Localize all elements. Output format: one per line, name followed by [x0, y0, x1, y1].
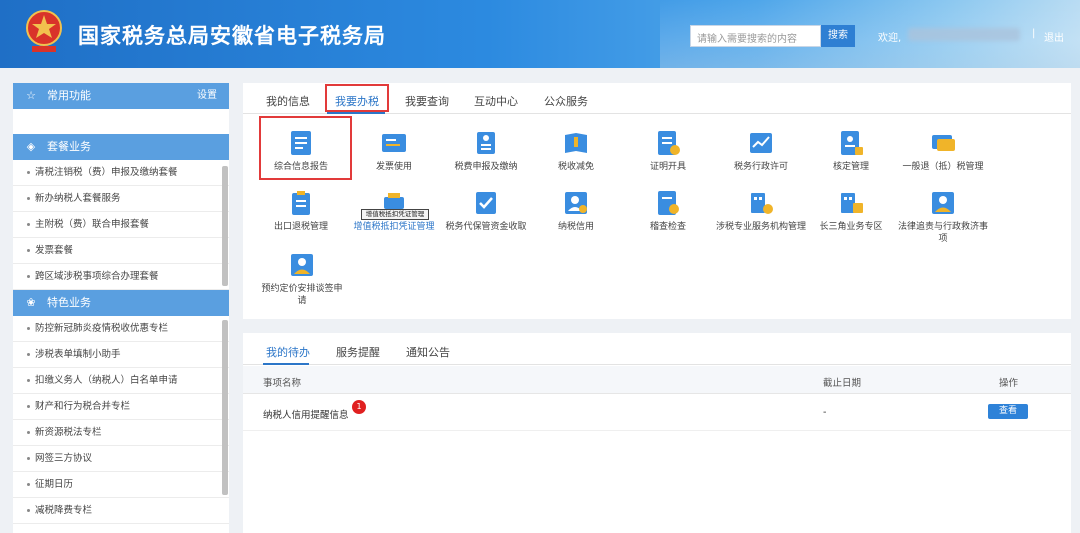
sidebar-special-list: 防控新冠肺炎疫情税收优惠专栏 涉税表单填制小助手 扣缴义务人（纳税人）白名单申请…: [13, 316, 229, 524]
todo-item-deadline: -: [823, 407, 827, 418]
service-yangtze-delta[interactable]: 长三角业务专区: [813, 189, 889, 233]
logout-link[interactable]: 退出: [1044, 29, 1064, 44]
sidebar-package-header[interactable]: ◈ 套餐业务: [13, 134, 229, 160]
header-separator: |: [1032, 28, 1036, 39]
sidebar-item-package[interactable]: 新办纳税人套餐服务: [13, 186, 229, 212]
sidebar-item-package[interactable]: 发票套餐: [13, 238, 229, 264]
service-refund[interactable]: 一般退（抵）税管理: [895, 129, 991, 173]
sidebar-settings-link[interactable]: 设置: [197, 83, 217, 109]
tab-my-info[interactable]: 我的信息: [266, 93, 310, 109]
scrollbar[interactable]: [222, 320, 228, 495]
layers-icon: ◈: [26, 140, 36, 153]
service-fund-custody[interactable]: 税务代保管资金收取: [443, 189, 529, 233]
tab-notice[interactable]: 通知公告: [406, 344, 450, 360]
certificate-icon: [658, 131, 680, 155]
tab-public-service[interactable]: 公众服务: [544, 93, 588, 109]
service-assessment[interactable]: 核定管理: [813, 129, 889, 173]
sidebar-item-special[interactable]: 新资源税法专栏: [13, 420, 229, 446]
column-deadline: 截止日期: [823, 378, 862, 389]
todo-table-header: 事项名称 截止日期 操作: [243, 366, 1071, 394]
user-star-icon: [565, 192, 587, 214]
inspect-icon: [658, 191, 679, 215]
sidebar-package-title: 套餐业务: [47, 140, 91, 153]
sidebar-item-special[interactable]: 涉税表单填制小助手: [13, 342, 229, 368]
sidebar-item-special[interactable]: 网签三方协议: [13, 446, 229, 472]
sidebar-item-package[interactable]: 跨区域涉税事项综合办理套餐: [13, 264, 229, 290]
service-panel: 我的信息 我要办税 我要查询 互动中心 公众服务 综合信息报告 发票使用 税费申…: [243, 83, 1071, 319]
sidebar: ☆ 常用功能 设置 ◈ 套餐业务 清税注销税（费）申报及缴纳套餐 新办纳税人套餐服务…: [13, 83, 229, 533]
site-title: 国家税务总局安徽省电子税务局: [78, 24, 386, 48]
sidebar-special-header[interactable]: ❀ 特色业务: [13, 290, 229, 316]
notification-badge: 1: [352, 400, 366, 414]
user-doc-icon: [841, 131, 863, 155]
service-highlight-box: [259, 116, 352, 180]
service-tax-declare[interactable]: 税费申报及缴纳: [446, 129, 526, 173]
table-row: 纳税人信用提醒信息 1 - 查看: [243, 395, 1071, 431]
sidebar-package-list: 清税注销税（费）申报及缴纳套餐 新办纳税人套餐服务 主附税（费）联合申报套餐 发…: [13, 160, 229, 290]
service-invoice-use[interactable]: 发票使用: [356, 129, 432, 173]
service-admin-permit[interactable]: 税务行政许可: [721, 129, 801, 173]
sidebar-item-package[interactable]: 清税注销税（费）申报及缴纳套餐: [13, 160, 229, 186]
flower-icon: ❀: [26, 296, 36, 309]
sidebar-special-title: 特色业务: [47, 296, 91, 309]
user-badge-icon: [932, 192, 954, 214]
column-name: 事项名称: [263, 378, 302, 389]
welcome-text: 欢迎,: [878, 33, 902, 44]
service-certificate[interactable]: 证明开具: [630, 129, 706, 173]
tooltip: 增值税抵扣凭证管理: [361, 209, 429, 220]
scrollbar[interactable]: [222, 166, 228, 286]
service-inspection[interactable]: 稽查检查: [630, 189, 706, 233]
service-legal-remedy[interactable]: 法律追责与行政救济事项: [895, 189, 991, 245]
tax-emblem-icon: [26, 10, 62, 52]
service-tax-credit[interactable]: 纳税信用: [538, 189, 614, 233]
username-redacted: [908, 28, 1020, 41]
building-icon: [841, 193, 863, 213]
card-icon: [932, 135, 955, 151]
tab-my-todo[interactable]: 我的待办: [266, 344, 310, 360]
clipboard-icon: [292, 191, 310, 215]
tab-highlight-box: [325, 84, 389, 112]
sidebar-item-special[interactable]: 征期日历: [13, 472, 229, 498]
todo-tabs: 我的待办 服务提醒 通知公告: [243, 333, 1071, 365]
tab-interaction[interactable]: 互动中心: [474, 93, 518, 109]
search-button[interactable]: 搜索: [821, 25, 855, 47]
building-gear-icon: [751, 193, 773, 214]
top-header: 国家税务总局安徽省电子税务局 请输入需要搜索的内容 搜索 欢迎, | 退出: [0, 0, 1080, 68]
tab-query[interactable]: 我要查询: [405, 93, 449, 109]
sidebar-item-special[interactable]: 扣缴义务人（纳税人）白名单申请: [13, 368, 229, 394]
star-icon: ☆: [26, 89, 36, 102]
invoice-icon: [382, 134, 406, 152]
service-agency-mgmt[interactable]: 涉税专业服务机构管理: [713, 189, 809, 233]
main-tabs: 我的信息 我要办税 我要查询 互动中心 公众服务: [243, 83, 1071, 114]
view-button[interactable]: 查看: [988, 404, 1028, 419]
sidebar-common-header[interactable]: ☆ 常用功能 设置: [13, 83, 229, 109]
sidebar-item-package[interactable]: 主附税（费）联合申报套餐: [13, 212, 229, 238]
tab-service-reminder[interactable]: 服务提醒: [336, 344, 380, 360]
column-action: 操作: [999, 378, 1019, 389]
service-tax-relief[interactable]: 税收减免: [538, 129, 614, 173]
service-export-refund[interactable]: 出口退税管理: [263, 189, 339, 233]
book-icon: [565, 133, 587, 153]
user-card-icon: [291, 254, 313, 276]
sidebar-item-special[interactable]: 减税降费专栏: [13, 498, 229, 524]
declare-icon: [477, 132, 495, 154]
check-doc-icon: [476, 192, 496, 214]
sidebar-common-title: 常用功能: [47, 89, 91, 102]
search-input[interactable]: 请输入需要搜索的内容: [690, 25, 821, 47]
sidebar-item-special[interactable]: 防控新冠肺炎疫情税收优惠专栏: [13, 316, 229, 342]
todo-panel: 我的待办 服务提醒 通知公告 事项名称 截止日期 操作 纳税人信用提醒信息 1 …: [243, 333, 1071, 533]
todo-item-name[interactable]: 纳税人信用提醒信息: [263, 407, 349, 421]
sidebar-item-special[interactable]: 财产和行为税合并专栏: [13, 394, 229, 420]
chart-icon: [750, 133, 772, 153]
service-apa-application[interactable]: 预约定价安排谈签申请: [259, 251, 345, 307]
